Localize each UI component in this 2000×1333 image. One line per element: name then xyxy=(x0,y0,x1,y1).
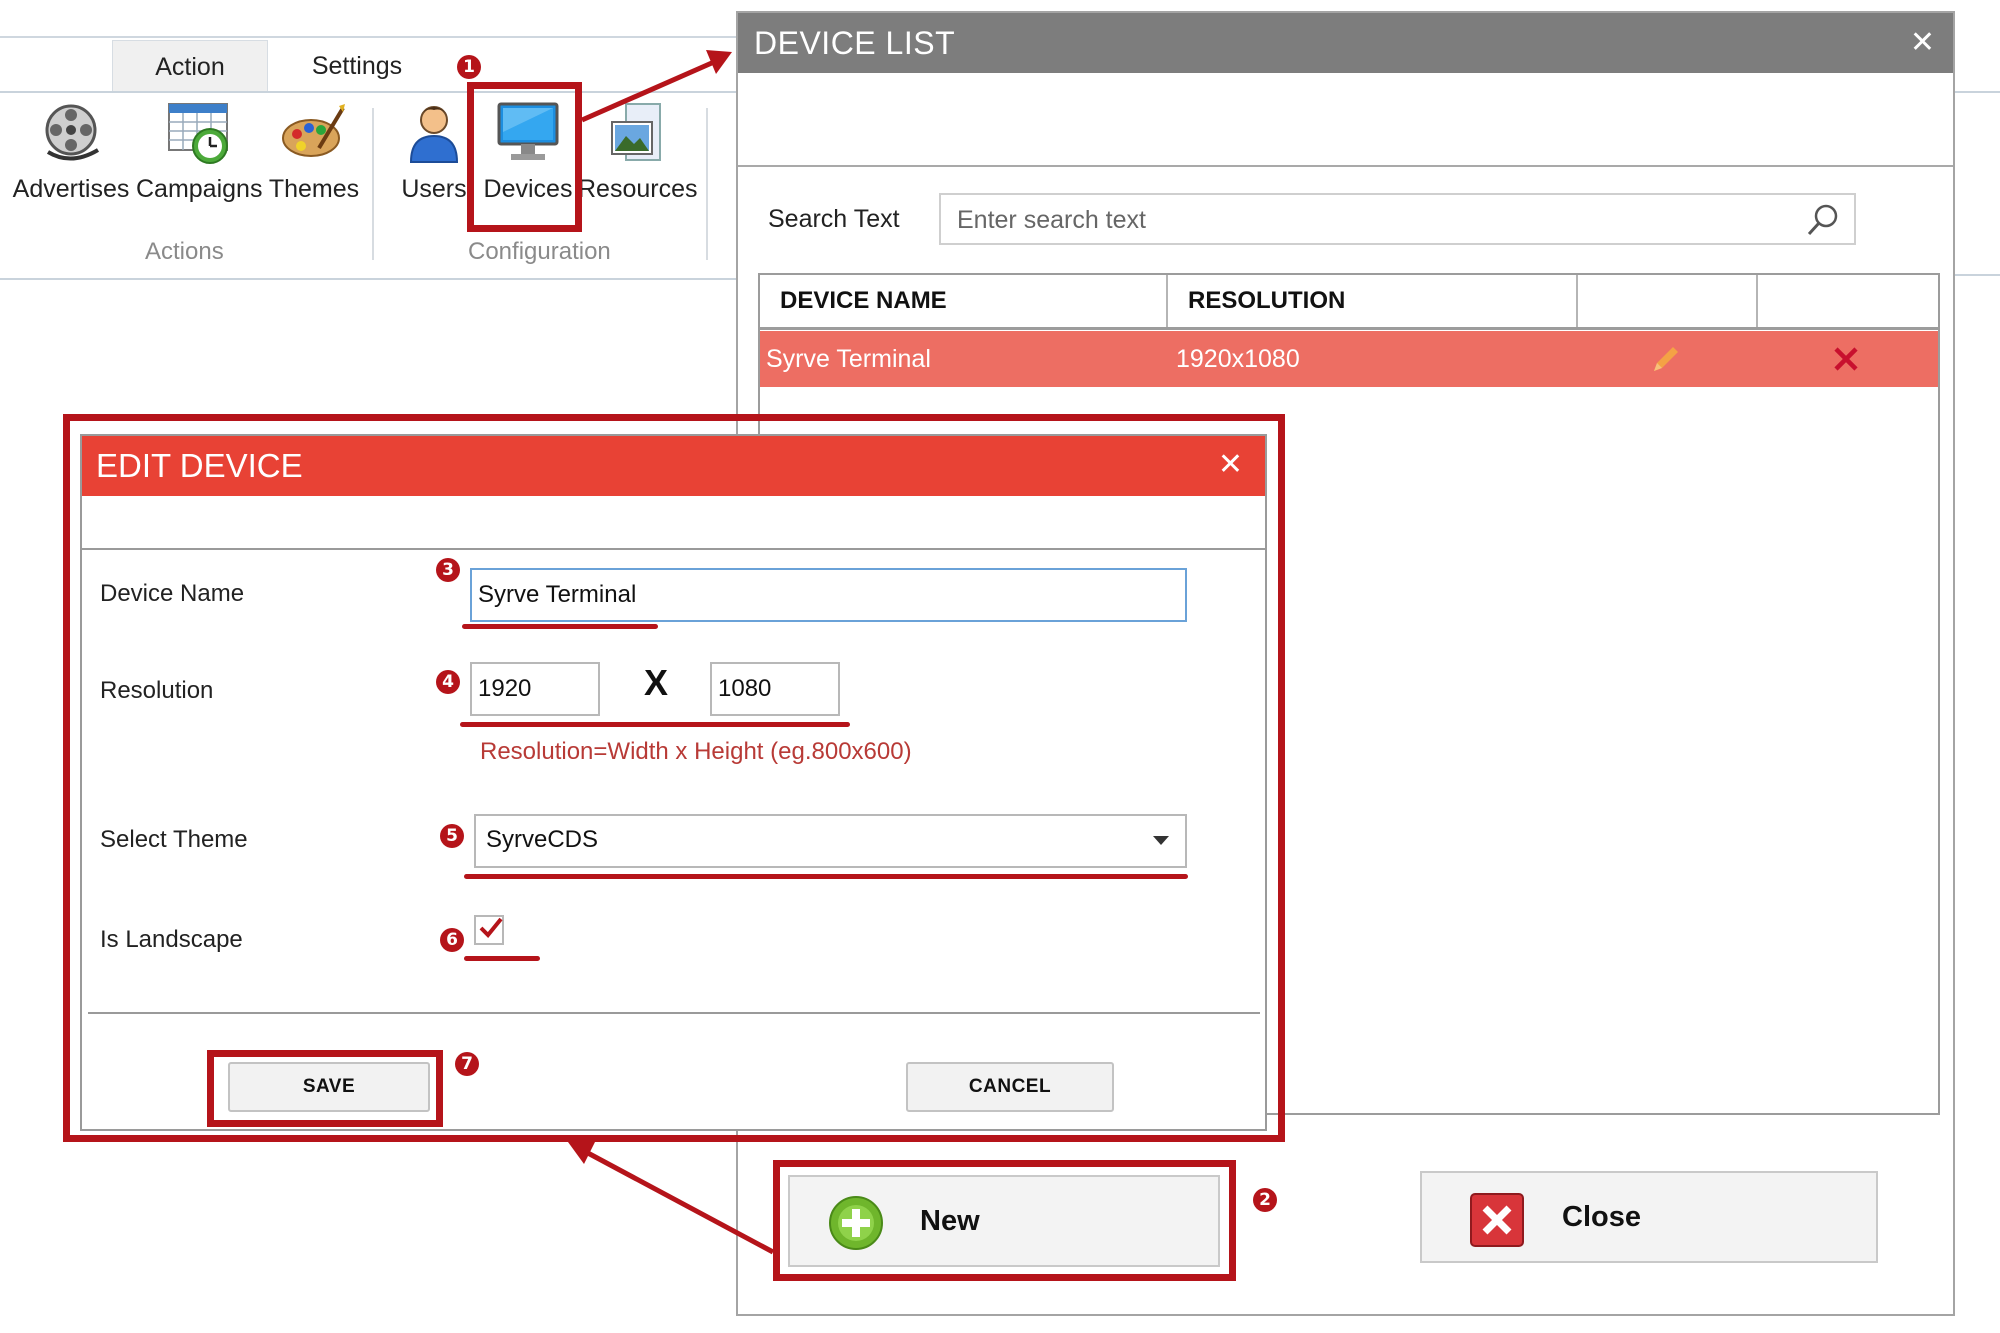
arrow-to-edit-dialog xyxy=(568,1140,775,1255)
arrow-to-device-list xyxy=(580,50,732,123)
annotation-arrows xyxy=(568,50,775,1255)
